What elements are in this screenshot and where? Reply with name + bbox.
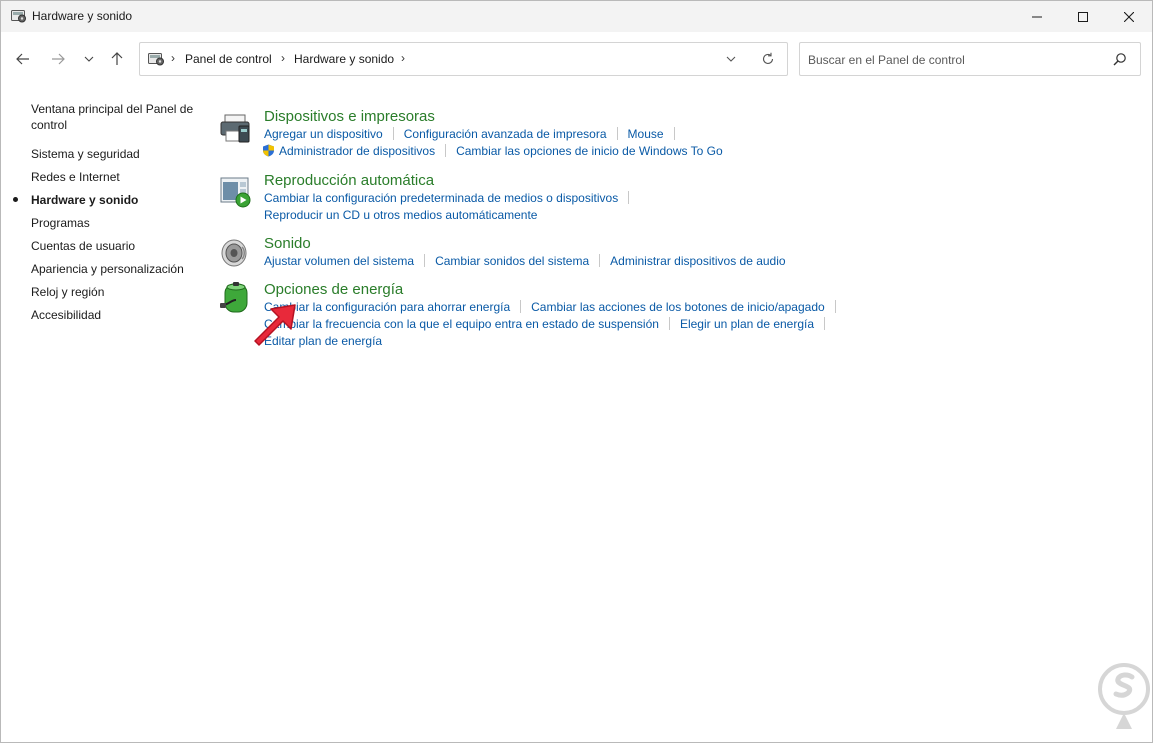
- breadcrumb-chevron-icon[interactable]: ›: [401, 51, 405, 65]
- close-icon: [1124, 11, 1134, 22]
- shield-icon: [263, 144, 274, 157]
- annotation-arrow-icon: [254, 304, 296, 346]
- link-administrar-audio[interactable]: Administrar dispositivos de audio: [610, 254, 785, 268]
- link-cambiar-sonidos[interactable]: Cambiar sonidos del sistema: [435, 254, 589, 268]
- sidebar-item-sistema-y-seguridad[interactable]: Sistema y seguridad: [31, 146, 201, 162]
- sidebar-item-apariencia[interactable]: Apariencia y personalización: [31, 261, 201, 277]
- links-row-dispositivos-1: Agregar un dispositivo Configuración avan…: [264, 127, 685, 143]
- breadcrumb-panel-de-control[interactable]: Panel de control: [185, 52, 272, 66]
- link-separator: [628, 191, 630, 204]
- control-panel-window: Hardware y sonido › Panel de control › H…: [0, 0, 1153, 743]
- up-button[interactable]: [107, 49, 127, 69]
- link-configuracion-impresora[interactable]: Configuración avanzada de impresora: [404, 127, 607, 141]
- link-botones-inicio-apagado[interactable]: Cambiar las acciones de los botones de i…: [531, 300, 825, 314]
- breadcrumb-chevron-icon[interactable]: ›: [281, 51, 285, 65]
- sidebar-item-accesibilidad[interactable]: Accesibilidad: [31, 307, 201, 323]
- links-row-reproduccion-1: Cambiar la configuración predeterminada …: [264, 191, 639, 207]
- autoplay-icon[interactable]: [219, 175, 253, 209]
- sidebar-item-programas[interactable]: Programas: [31, 215, 201, 231]
- link-separator: [445, 144, 447, 157]
- control-panel-icon: [11, 10, 26, 23]
- category-title-energia[interactable]: Opciones de energía: [264, 281, 403, 298]
- links-row-reproduccion-2: Reproducir un CD u otros medios automáti…: [264, 208, 537, 224]
- control-panel-icon: [148, 53, 164, 66]
- recent-chevron-icon: [84, 56, 94, 62]
- link-ajustar-volumen[interactable]: Ajustar volumen del sistema: [264, 254, 414, 268]
- address-bar[interactable]: › Panel de control › Hardware y sonido ›: [139, 42, 788, 76]
- back-button[interactable]: [13, 49, 33, 69]
- recent-locations-button[interactable]: [79, 49, 99, 69]
- window-title: Hardware y sonido: [32, 9, 133, 23]
- category-title-sonido[interactable]: Sonido: [264, 235, 311, 252]
- link-cambiar-configuracion-medios[interactable]: Cambiar la configuración predeterminada …: [264, 191, 618, 205]
- watermark-logo-icon: [1098, 663, 1150, 729]
- link-separator: [520, 300, 522, 313]
- link-elegir-plan[interactable]: Elegir un plan de energía: [680, 317, 814, 331]
- up-arrow-icon: [111, 52, 123, 65]
- search-placeholder: Buscar en el Panel de control: [808, 53, 965, 67]
- forward-arrow-icon: [52, 53, 65, 65]
- link-reproducir-cd[interactable]: Reproducir un CD u otros medios automáti…: [264, 208, 537, 222]
- sidebar-item-hardware-y-sonido[interactable]: Hardware y sonido: [31, 192, 201, 208]
- minimize-button[interactable]: [1014, 1, 1060, 32]
- address-dropdown-icon[interactable]: [723, 51, 739, 67]
- link-administrador-dispositivos[interactable]: Administrador de dispositivos: [279, 144, 435, 158]
- title-bar[interactable]: Hardware y sonido: [1, 1, 1152, 32]
- active-item-bullet: [13, 197, 18, 202]
- back-arrow-icon: [16, 53, 29, 65]
- links-row-sonido-1: Ajustar volumen del sistema Cambiar sonid…: [264, 254, 786, 270]
- sidebar-item-reloj-y-region[interactable]: Reloj y región: [31, 284, 201, 300]
- navigation-bar: › Panel de control › Hardware y sonido ›…: [1, 32, 1152, 86]
- refresh-icon[interactable]: [760, 51, 776, 67]
- breadcrumb-chevron-icon[interactable]: ›: [171, 51, 175, 65]
- link-windows-to-go[interactable]: Cambiar las opciones de inicio de Window…: [456, 144, 723, 158]
- search-icon[interactable]: [1113, 52, 1127, 66]
- category-title-dispositivos[interactable]: Dispositivos e impresoras: [264, 108, 435, 125]
- link-mouse[interactable]: Mouse: [628, 127, 664, 141]
- minimize-icon: [1032, 16, 1042, 17]
- link-separator: [673, 127, 675, 140]
- links-row-dispositivos-2: Administrador de dispositivos Cambiar las…: [263, 144, 723, 160]
- link-frecuencia-suspension[interactable]: Cambiar la frecuencia con la que el equi…: [264, 317, 659, 331]
- sidebar-item-redes-e-internet[interactable]: Redes e Internet: [31, 169, 201, 185]
- close-button[interactable]: [1106, 1, 1152, 32]
- link-separator: [824, 317, 826, 330]
- links-row-energia-1: Cambiar la configuración para ahorrar en…: [264, 300, 846, 316]
- maximize-icon: [1078, 11, 1088, 22]
- link-separator: [668, 317, 670, 330]
- search-input[interactable]: Buscar en el Panel de control: [799, 42, 1141, 76]
- links-row-energia-2: Cambiar la frecuencia con la que el equi…: [264, 317, 835, 333]
- sidebar-item-ventana-principal[interactable]: Ventana principal del Panel de control: [31, 101, 201, 133]
- link-separator: [834, 300, 836, 313]
- forward-button[interactable]: [48, 49, 68, 69]
- link-separator: [424, 254, 426, 267]
- speaker-icon[interactable]: [219, 237, 253, 271]
- breadcrumb-hardware-y-sonido[interactable]: Hardware y sonido: [294, 52, 394, 66]
- link-separator: [392, 127, 394, 140]
- sidebar-item-cuentas-de-usuario[interactable]: Cuentas de usuario: [31, 238, 201, 254]
- link-agregar-dispositivo[interactable]: Agregar un dispositivo: [264, 127, 383, 141]
- maximize-button[interactable]: [1060, 1, 1106, 32]
- link-separator: [599, 254, 601, 267]
- category-title-reproduccion[interactable]: Reproducción automática: [264, 172, 434, 189]
- printer-icon[interactable]: [219, 112, 253, 146]
- link-separator: [616, 127, 618, 140]
